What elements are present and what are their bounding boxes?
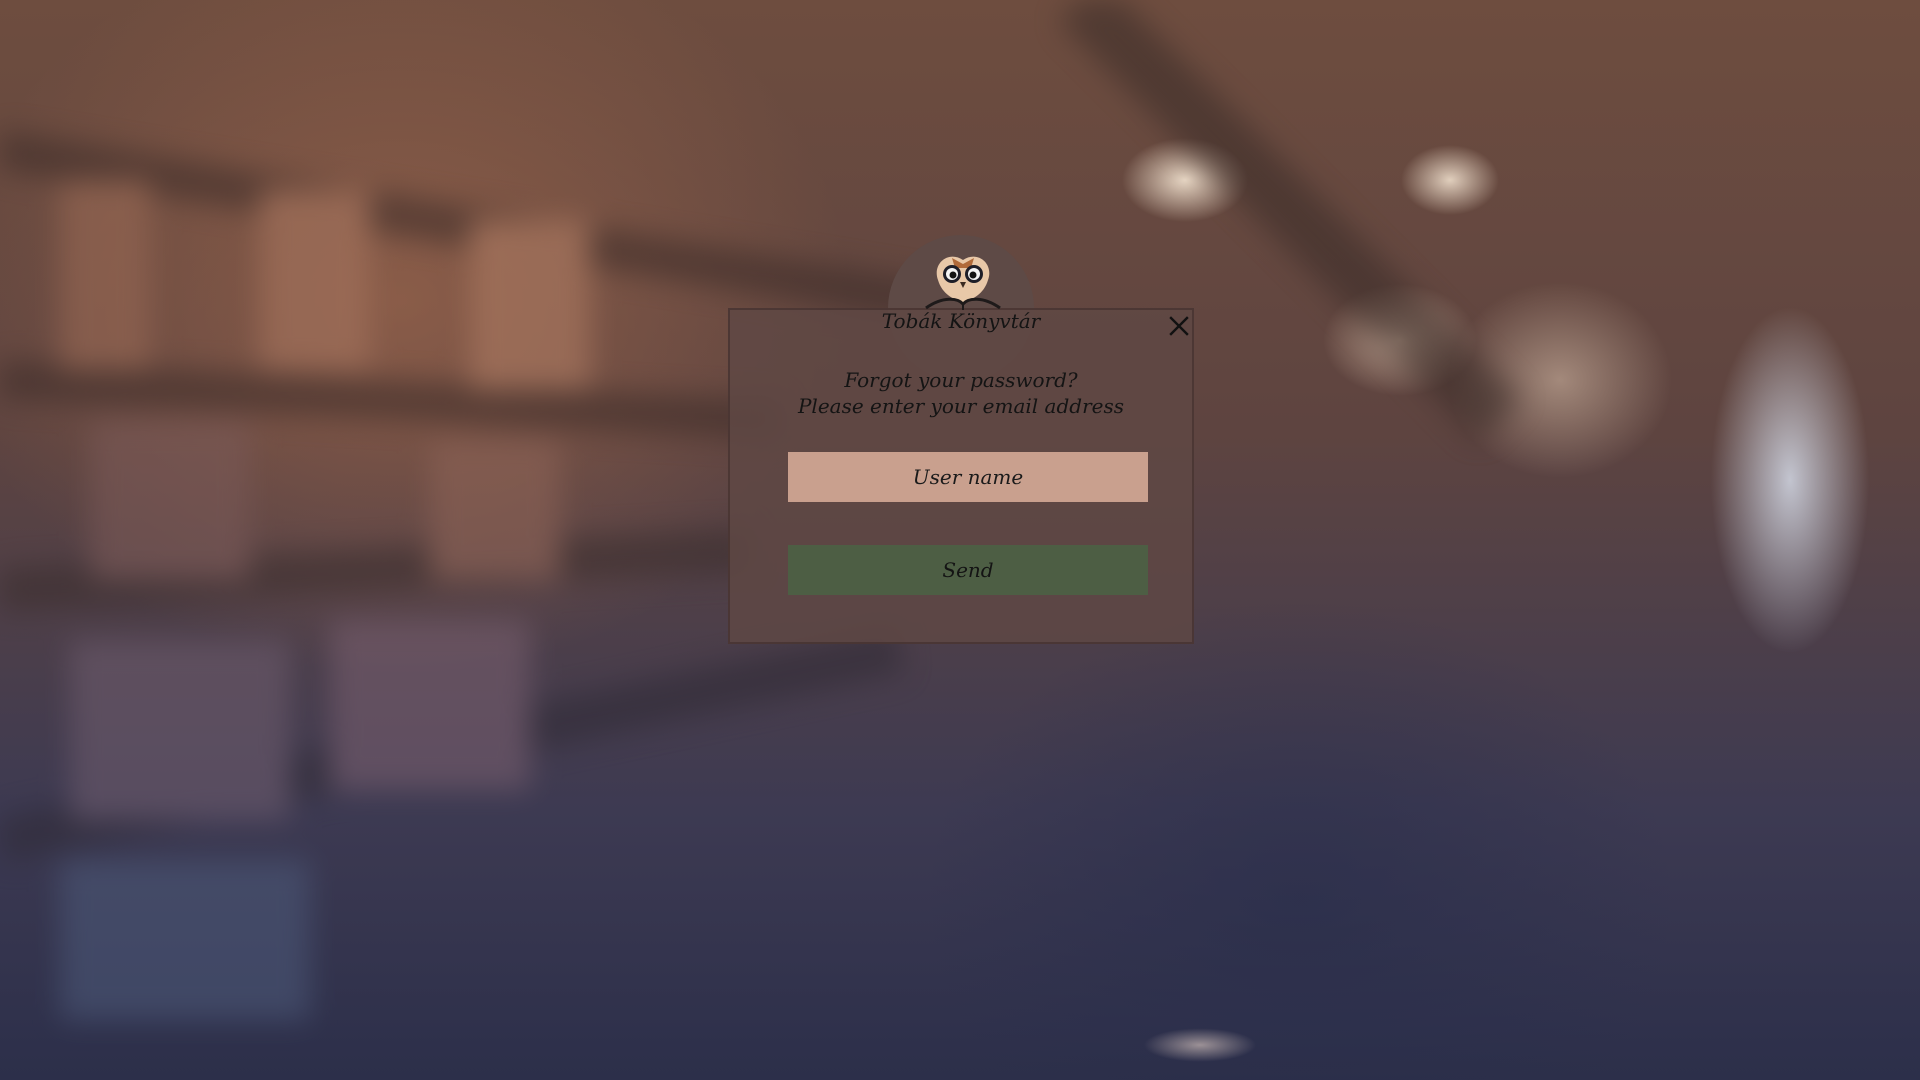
dialog-prompt: Forgot your password? Please enter your … [728,367,1194,419]
send-button[interactable]: Send [788,545,1148,595]
username-input[interactable] [788,452,1148,502]
prompt-line-forgot: Forgot your password? [844,368,1078,392]
prompt-line-email: Please enter your email address [797,394,1125,418]
brand-title: Tobák Könyvtár [881,309,1041,333]
close-icon[interactable] [1168,315,1190,337]
owl-book-icon [925,256,1001,310]
